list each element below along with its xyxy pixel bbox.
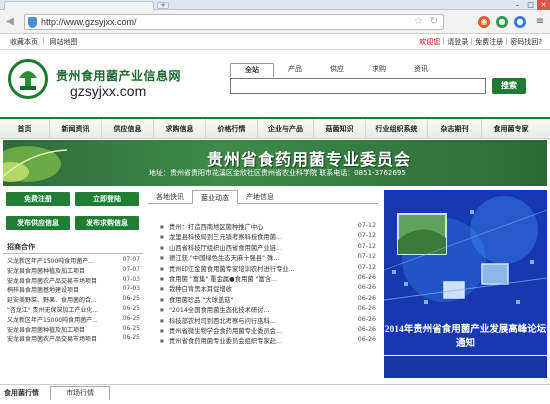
price-section-bar: 食用菌行情 市场行情 — [0, 384, 550, 404]
list-item[interactable]: 科技部农村司到西北考察与问行巫科...06-26 — [160, 315, 378, 326]
menu-icon[interactable]: ≡ — [534, 16, 546, 28]
price-section-title: 食用菌行情 — [4, 389, 39, 397]
url-text[interactable]: http://www.gzsyjxx.com/ — [41, 17, 137, 27]
account-links: 欢迎您｜请登录｜免费注册｜密码找回? — [419, 37, 542, 47]
list-item[interactable]: 桐梓县食用菌基地建设项目 07-03 — [3, 285, 143, 295]
search-tab-news[interactable]: 资讯 — [400, 63, 442, 77]
list-item[interactable]: 贵州印江金菌食用菌专家培训农村进行专业...07-12 — [160, 263, 378, 274]
post-supply-button[interactable]: 发布供应信息 — [6, 216, 70, 230]
list-item[interactable]: 安龙县食用菌农产品交易市场项目 07-03 — [3, 276, 143, 286]
nav-prices[interactable]: 价格行情 — [206, 119, 258, 139]
tab-market-prices[interactable]: 市场行情 — [50, 386, 110, 400]
address-bar[interactable]: http://www.gzsyjxx.com/ ☆ ↻ — [24, 14, 444, 30]
top-links[interactable]: 收藏本页 ｜ 网站地图 — [10, 37, 77, 47]
close-window-button[interactable]: ✕ — [537, 0, 550, 10]
leaf-decoration-icon — [3, 146, 68, 182]
list-item[interactable]: 安龙县食用菌种植及加工项目 07-07 — [3, 266, 143, 276]
nav-news[interactable]: 新闻资讯 — [50, 119, 102, 139]
news-tabs: 各地快讯 菌业动态 产地信息 — [148, 190, 378, 204]
search-tab-products[interactable]: 产品 — [274, 63, 316, 77]
list-item[interactable]: "咨龙江" 贵州无保深加工产业化... 06-25 — [3, 305, 143, 315]
list-item[interactable]: 贵州：打造西南地区菌种推广中心07-12 — [160, 222, 378, 232]
shield-icon — [28, 17, 37, 28]
list-item[interactable]: 义龙新区年产1500吨食用菌产... 07-07 — [3, 256, 143, 266]
list-item[interactable]: 龙里县科技局到三元镇考察科技食用菌...07-12 — [160, 232, 378, 242]
main-navigation: 首页 新闻资讯 供应信息 求购信息 价格行情 企业与产品 菇菌知识 行业组织系统… — [0, 117, 550, 139]
banner-title: 贵州省食药用菌专业委员会 — [207, 152, 412, 169]
nav-demand[interactable]: 求购信息 — [154, 119, 206, 139]
site-header: 贵州食用菌产业信息网 gzsyjxx.com 全站 产品 供应 求购 资讯 搜索 — [0, 51, 550, 117]
list-item[interactable]: 食用菌珍品 "大球盖菇"06-26 — [160, 294, 378, 305]
browser-tab[interactable] — [4, 1, 154, 10]
list-item[interactable]: 延安美野菜、野果、食用菌的合... 06-25 — [3, 295, 143, 305]
nav-experts[interactable]: 食用菌专家 — [482, 119, 540, 139]
list-item[interactable]: 德江获 "中国绿色生态天麻十强县" 殊...07-12 — [160, 253, 378, 263]
left-column: 免费注册 立即登陆 发布供应信息 发布求购信息 招商合作 义龙新区年产1500吨… — [3, 188, 143, 378]
tab-origin-info[interactable]: 产地信息 — [238, 190, 282, 204]
browser-tab-bar: + – □ ✕ — [0, 0, 550, 10]
site-top-bar: 收藏本页 ｜ 网站地图 欢迎您｜请登录｜免费注册｜密码找回? — [0, 34, 550, 50]
search-button[interactable]: 搜索 — [492, 78, 526, 94]
site-logo[interactable] — [8, 59, 48, 99]
site-domain: gzsyjxx.com — [70, 83, 147, 99]
search-tab-supply[interactable]: 供应 — [316, 63, 358, 77]
tab-regional-news[interactable]: 各地快讯 — [148, 190, 192, 204]
window-controls: – □ ✕ — [511, 0, 550, 10]
logo-mushroom-icon — [19, 71, 37, 90]
investment-list: 义龙新区年产1500吨食用菌产... 07-07 安龙县食用菌种植及加工项目 07-… — [3, 256, 143, 344]
nav-home[interactable]: 首页 — [0, 119, 50, 139]
login-register-links[interactable]: ｜请登录｜免费注册｜密码找回? — [440, 38, 542, 46]
star-icon[interactable]: ☆ — [414, 16, 423, 27]
committee-banner[interactable]: 贵州省食药用菌专业委员会 地址：贵州省贵阳市花溪区金欣社区贵州省农业科学院 联系… — [3, 140, 547, 186]
list-item[interactable]: "2014全国食用菌生态化技术研讨...06-26 — [160, 305, 378, 315]
list-item[interactable]: 贵州省微生物学会食药用菌专业委员会...06-26 — [160, 325, 378, 336]
banner-contact: 地址：贵州省贵阳市花溪区金欣社区贵州省农业科学院 联系电话：0851-37626… — [149, 169, 406, 177]
post-demand-button[interactable]: 发布求购信息 — [75, 216, 139, 230]
news-list: 贵州：打造西南地区菌种推广中心07-12 龙里县科技局到三元镇考察科技食用菌..… — [160, 222, 378, 347]
image-bottom-strip — [384, 356, 547, 378]
site-title: 贵州食用菌产业信息网 — [56, 69, 182, 83]
list-item[interactable]: 食用菌 "富集" 重金属●食用菌 "富含...06-26 — [160, 273, 378, 284]
news-column: 各地快讯 菌业动态 产地信息 贵州：打造西南地区菌种推广中心07-12 龙里县科… — [148, 190, 378, 378]
browser-nav-bar: ◀ http://www.gzsyjxx.com/ ☆ ↻ ◉ ● ● ≡ — [0, 10, 550, 34]
back-arrow-icon[interactable]: ◀ — [4, 16, 16, 28]
list-item[interactable]: 山西省科技厅组织山西省食用菌产业链...07-12 — [160, 242, 378, 253]
list-item[interactable]: 义龙新区年产15000吨食用菌产... 06-25 — [3, 315, 143, 325]
nav-supply[interactable]: 供应信息 — [102, 119, 154, 139]
register-button[interactable]: 免费注册 — [6, 192, 70, 206]
investment-section-title: 招商合作 — [3, 242, 143, 254]
login-button[interactable]: 立即登陆 — [75, 192, 139, 206]
new-tab-button[interactable]: + — [157, 2, 169, 9]
nav-organizations[interactable]: 行业组织系统 — [366, 119, 428, 139]
extension-blue-icon[interactable]: ● — [514, 16, 526, 28]
search-tabs: 全站 产品 供应 求购 资讯 — [230, 63, 442, 77]
list-item[interactable]: 贵州省食药用菌专业委员会组织专家赴...06-26 — [160, 336, 378, 346]
forum-notice-caption: 2014年贵州省食用菌产业发展高峰论坛通知 — [384, 325, 547, 349]
nav-magazines[interactable]: 杂志期刊 — [428, 119, 482, 139]
forum-notice-image[interactable]: 2014年贵州省食用菌产业发展高峰论坛通知 — [384, 190, 547, 355]
tab-industry-news[interactable]: 菌业动态 — [192, 190, 238, 204]
list-item[interactable]: 栽种白背黑木耳促增收06-26 — [160, 284, 378, 294]
search-tab-demand[interactable]: 求购 — [358, 63, 400, 77]
reload-icon[interactable]: ↻ — [430, 16, 438, 27]
list-item[interactable]: 安龙县食用菌种植及加工项目 06-25 — [3, 325, 143, 335]
welcome-text: 欢迎您 — [419, 38, 441, 46]
list-item[interactable]: 安龙县食用菌农产品交易市场项目 06-25 — [3, 334, 143, 344]
maximize-button[interactable]: □ — [524, 0, 537, 10]
nav-knowledge[interactable]: 菇菌知识 — [314, 119, 366, 139]
search-tab-all[interactable]: 全站 — [230, 63, 274, 77]
minimize-button[interactable]: – — [511, 0, 524, 10]
extension-chat-icon[interactable]: ● — [496, 16, 508, 28]
extension-orange-icon[interactable]: ◉ — [478, 16, 490, 28]
nav-companies[interactable]: 企业与产品 — [258, 119, 314, 139]
search-input[interactable] — [230, 78, 486, 94]
